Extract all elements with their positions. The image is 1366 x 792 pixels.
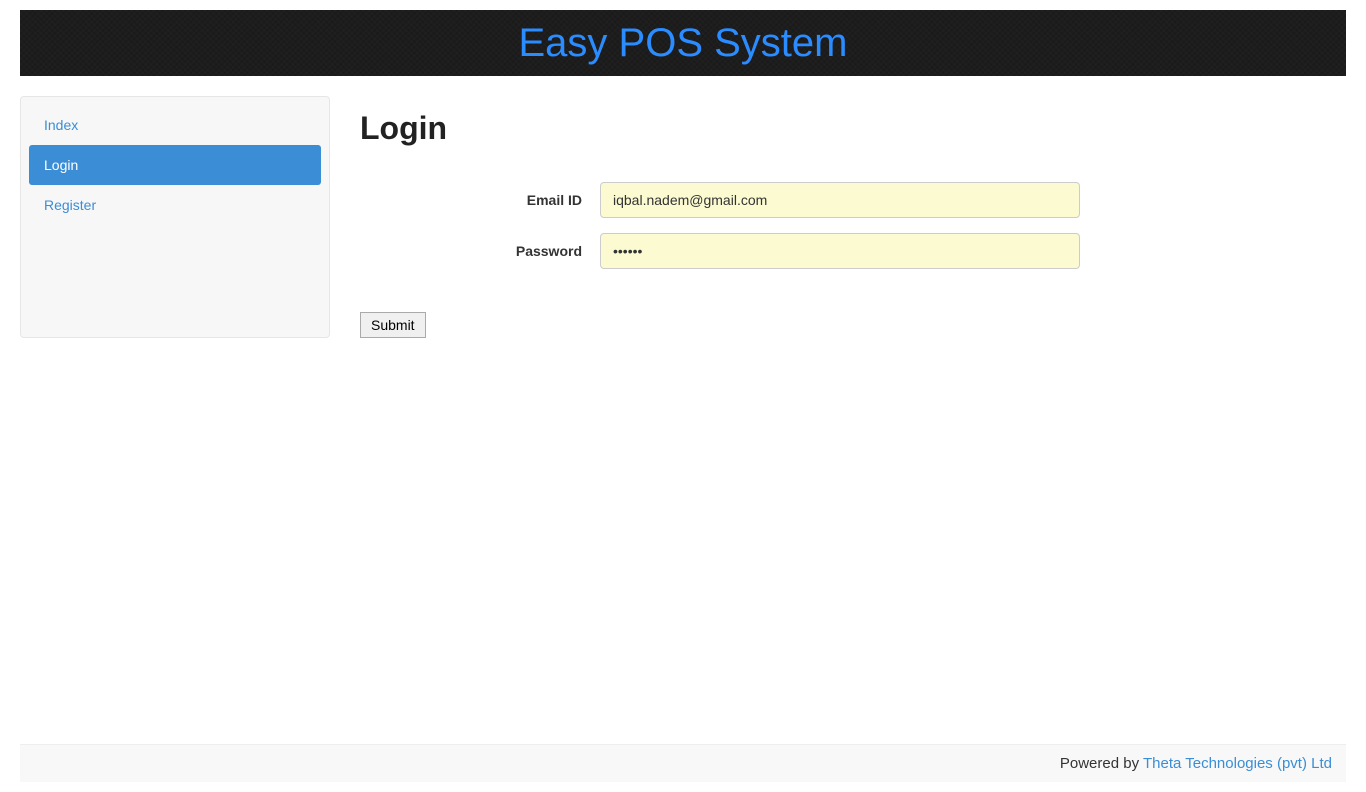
email-label: Email ID bbox=[360, 192, 600, 208]
submit-button[interactable]: Submit bbox=[360, 312, 426, 338]
main-container: Index Login Register Login Email ID Pass… bbox=[20, 96, 1346, 338]
sidebar-nav: Index Login Register bbox=[20, 96, 330, 338]
content-area: Login Email ID Password Submit bbox=[360, 96, 1346, 338]
form-row-email: Email ID bbox=[360, 182, 1346, 218]
sidebar-item-login[interactable]: Login bbox=[29, 145, 321, 185]
password-label: Password bbox=[360, 243, 600, 259]
sidebar-item-register[interactable]: Register bbox=[29, 185, 321, 225]
password-input[interactable] bbox=[600, 233, 1080, 269]
page-title: Login bbox=[360, 110, 1346, 147]
app-title: Easy POS System bbox=[519, 21, 848, 66]
form-row-password: Password bbox=[360, 233, 1346, 269]
sidebar-item-index[interactable]: Index bbox=[29, 105, 321, 145]
email-input[interactable] bbox=[600, 182, 1080, 218]
footer: Powered by Theta Technologies (pvt) Ltd bbox=[20, 744, 1346, 782]
footer-link[interactable]: Theta Technologies (pvt) Ltd bbox=[1143, 755, 1332, 772]
header-bar: Easy POS System bbox=[20, 10, 1346, 76]
footer-prefix: Powered by bbox=[1060, 755, 1143, 772]
